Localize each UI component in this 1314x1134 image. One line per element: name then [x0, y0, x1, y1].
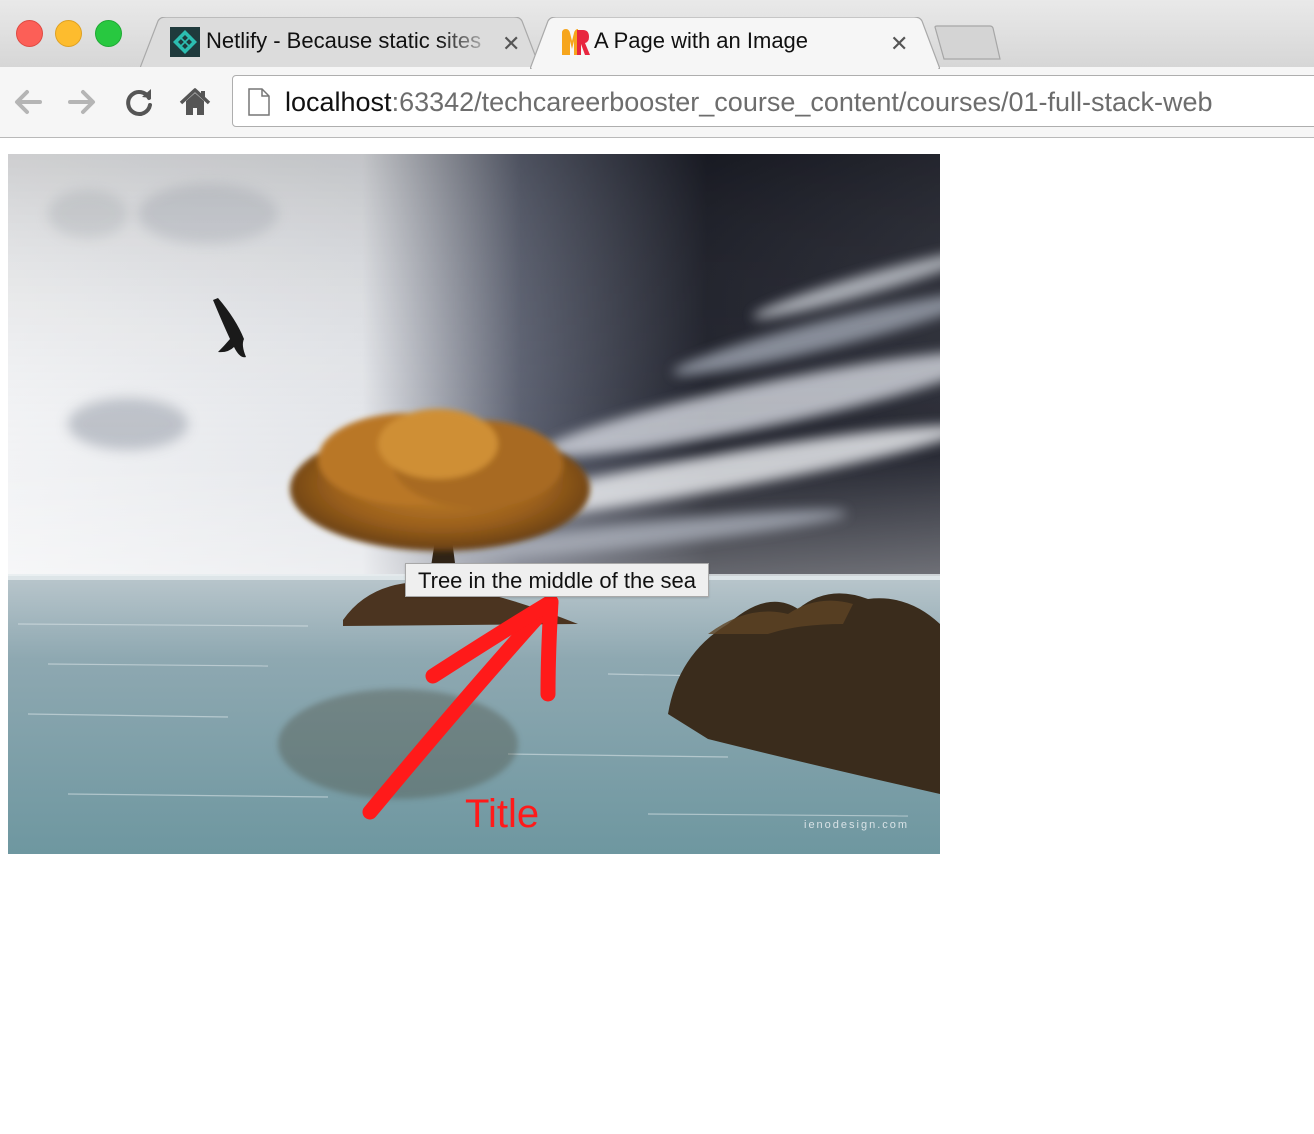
back-arrow-icon[interactable] [10, 84, 46, 120]
window-close-button[interactable] [16, 20, 43, 47]
tab-close-icon[interactable]: ✕ [890, 31, 908, 57]
tree-photo: ienodesign.com [8, 154, 940, 854]
tab-netlify[interactable]: Netlify - Because static sites ✕ [140, 17, 540, 68]
annotation-title-label: Title [465, 792, 540, 836]
tab-strip: Netlify - Because static sites ✕ A Page … [0, 0, 1314, 69]
browser-toolbar: localhost:63342/techcareerbooster_course… [0, 67, 1314, 138]
address-bar[interactable]: localhost:63342/techcareerbooster_course… [232, 75, 1314, 127]
tab-title: Netlify - Because static sites [206, 28, 482, 53]
new-tab-button[interactable] [934, 25, 1002, 61]
tab-close-icon[interactable]: ✕ [502, 31, 520, 57]
home-icon[interactable] [177, 84, 213, 120]
mr-logo-icon [562, 29, 590, 55]
netlify-icon [170, 27, 200, 57]
tab-title: A Page with an Image [594, 28, 809, 53]
window-maximize-button[interactable] [95, 20, 122, 47]
tab-a-page-with-an-image[interactable]: A Page with an Image ✕ [530, 17, 940, 69]
forward-arrow-icon[interactable] [64, 84, 100, 120]
tree-image: ienodesign.com Tree in the middle of the… [8, 154, 940, 854]
image-title-tooltip: Tree in the middle of the sea [405, 563, 710, 597]
url-host: localhost [285, 87, 392, 117]
url-path: :63342/techcareerbooster_course_content/… [391, 87, 1213, 117]
url-text: localhost:63342/techcareerbooster_course… [285, 87, 1213, 118]
page-icon [248, 88, 270, 116]
page-content: ienodesign.com Tree in the middle of the… [0, 138, 1314, 1134]
watermark-text: ienodesign.com [804, 819, 909, 831]
reload-icon[interactable] [121, 84, 157, 120]
window-minimize-button[interactable] [55, 20, 82, 47]
